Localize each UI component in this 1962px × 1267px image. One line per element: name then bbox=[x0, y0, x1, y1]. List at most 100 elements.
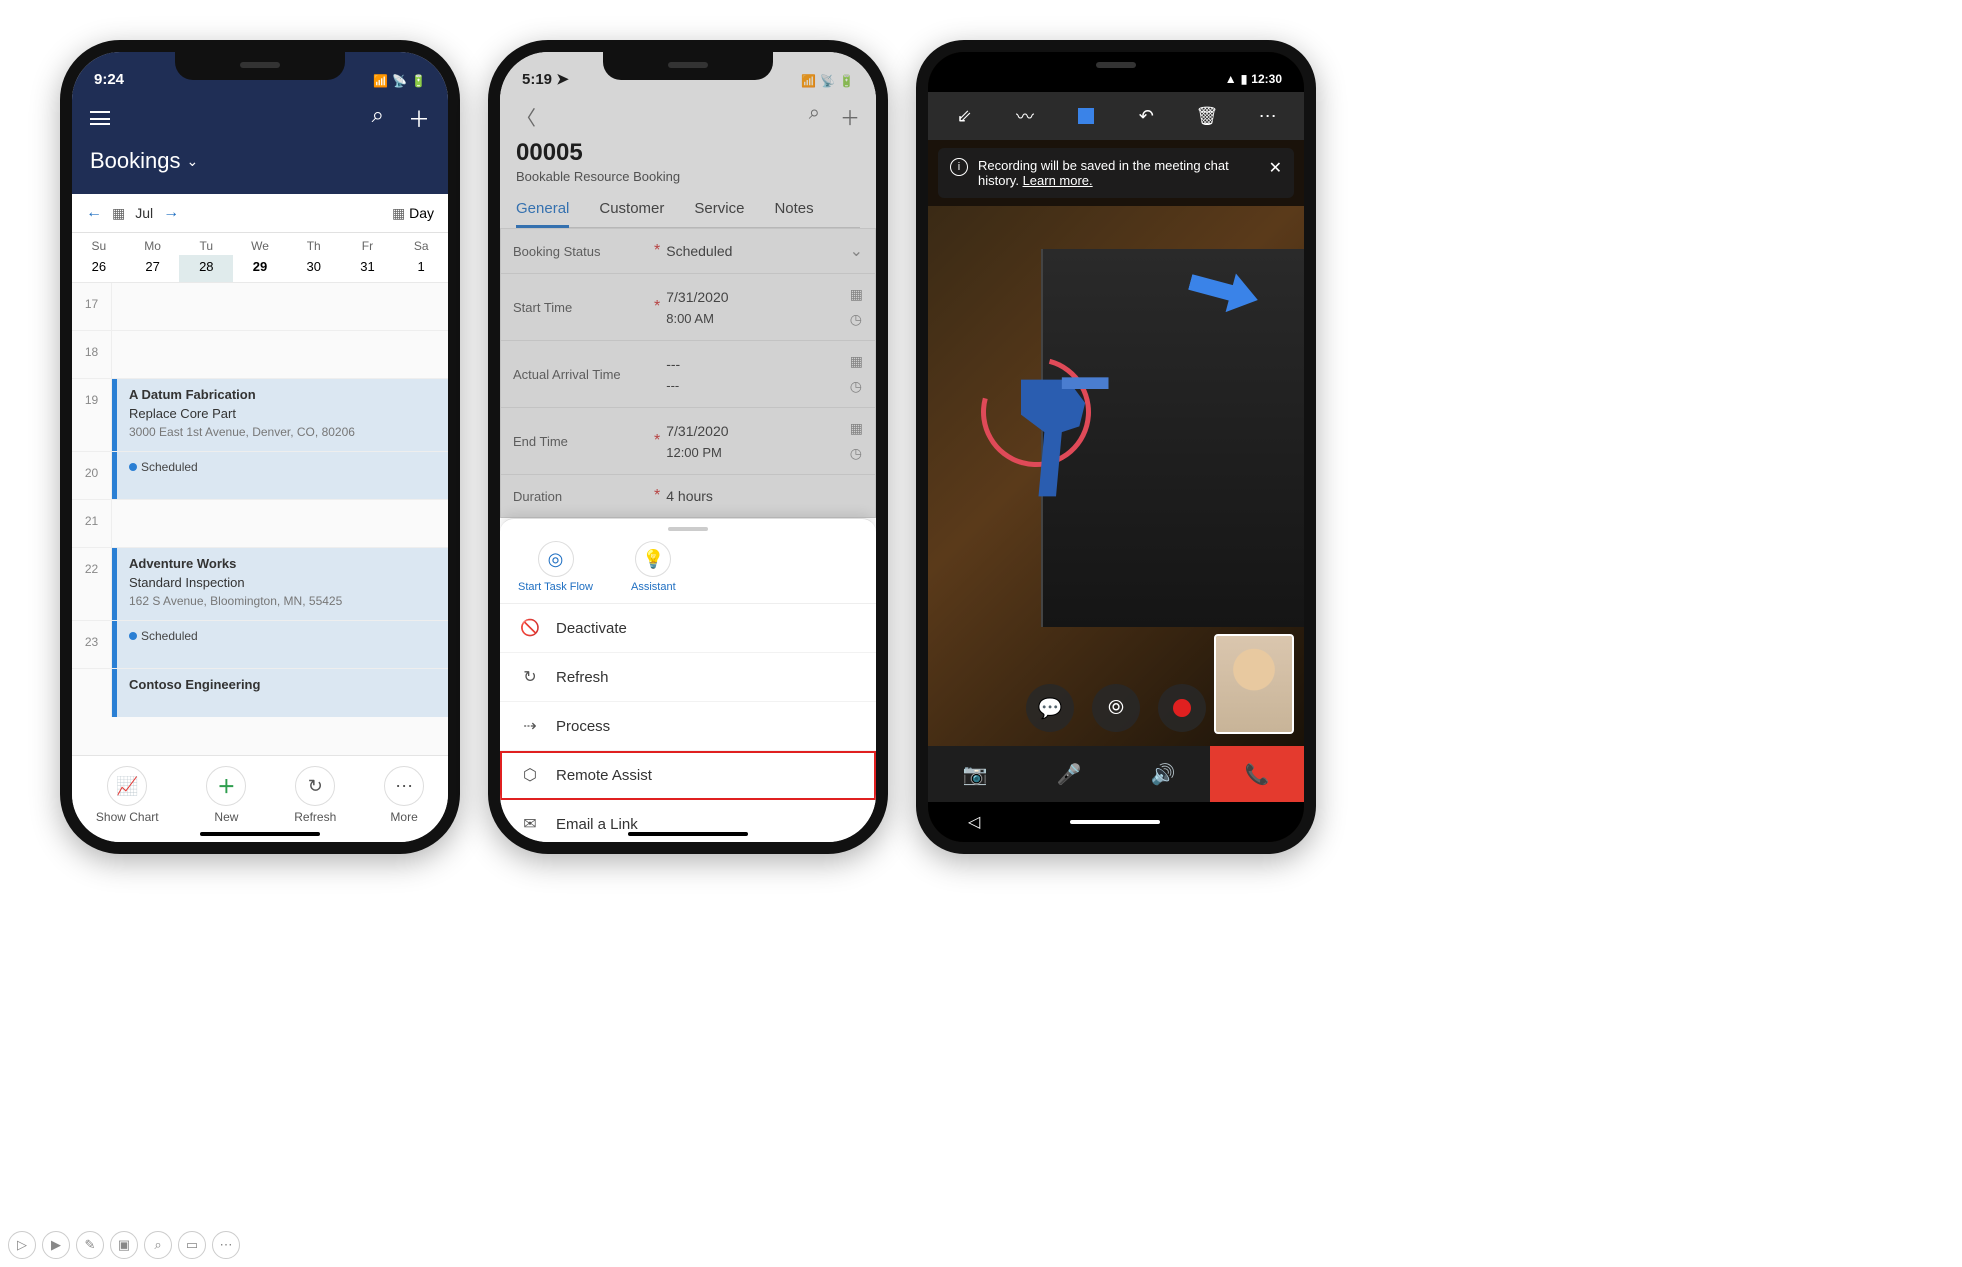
tool-button[interactable]: ▷ bbox=[8, 1231, 36, 1259]
bottom-toolbar: 📈 Show Chart ＋ New ↻ Refresh ⋯ More bbox=[72, 755, 448, 842]
agenda-event[interactable]: A Datum Fabrication Replace Core Part 30… bbox=[112, 379, 448, 451]
shape-tool[interactable] bbox=[1072, 102, 1100, 130]
draw-icon[interactable]: 〰 bbox=[1011, 102, 1039, 130]
field-end-time[interactable]: End Time * 7/31/2020 12:00 PM ▦◷ bbox=[500, 408, 876, 475]
remote-assist-item[interactable]: ⬡Remote Assist bbox=[500, 751, 876, 800]
info-icon: i bbox=[950, 158, 968, 176]
app-header: ⌕ ＋ Bookings ⌄ bbox=[72, 92, 448, 194]
tab-general[interactable]: General bbox=[516, 192, 569, 228]
email-link-item[interactable]: ✉Email a Link bbox=[500, 800, 876, 849]
start-task-flow-button[interactable]: ◎ Start Task Flow bbox=[518, 541, 593, 593]
prev-arrow-icon[interactable]: ← bbox=[86, 204, 102, 222]
status-icons: 📶 📡 🔋 bbox=[373, 74, 426, 88]
refresh-item[interactable]: ↻Refresh bbox=[500, 653, 876, 702]
email-icon: ✉ bbox=[520, 814, 540, 834]
more-button[interactable]: ⋯ More bbox=[384, 766, 424, 824]
view-selector[interactable]: Day bbox=[409, 205, 434, 221]
agenda-event[interactable]: Adventure Works Standard Inspection 162 … bbox=[112, 548, 448, 620]
back-icon[interactable]: 〈 bbox=[516, 102, 536, 131]
show-chart-button[interactable]: 📈 Show Chart bbox=[96, 766, 159, 824]
tool-button[interactable]: ▭ bbox=[178, 1231, 206, 1259]
chat-button[interactable]: 💬 bbox=[1026, 684, 1074, 732]
camera-toggle[interactable]: 📷 bbox=[928, 746, 1022, 802]
refresh-icon: ↻ bbox=[520, 667, 540, 687]
clock-icon[interactable]: ◷ bbox=[850, 378, 863, 395]
record-button[interactable] bbox=[1158, 684, 1206, 732]
agenda-list[interactable]: 17 18 19 A Datum Fabrication Replace Cor… bbox=[72, 283, 448, 755]
mic-toggle[interactable]: 🎤 bbox=[1022, 746, 1116, 802]
trash-icon[interactable]: 🗑 bbox=[1193, 102, 1221, 130]
self-video-pip[interactable] bbox=[1214, 634, 1294, 734]
add-icon[interactable]: ＋ bbox=[840, 102, 860, 131]
phone-remote-assist-call: ▲ ▮ 12:30 ⇙ 〰 ↶ 🗑 ⋯ i Recording will be … bbox=[916, 40, 1316, 854]
search-icon[interactable]: ⌕ bbox=[809, 102, 820, 131]
tool-button[interactable]: ▶ bbox=[42, 1231, 70, 1259]
clock-icon[interactable]: ◷ bbox=[850, 445, 863, 462]
clock-icon[interactable]: ◷ bbox=[850, 311, 863, 328]
status-time: 5:19 bbox=[522, 71, 552, 88]
calendar-icon[interactable]: ▦ bbox=[850, 353, 863, 370]
battery-icon: 🔋 bbox=[411, 74, 426, 88]
end-call-button[interactable]: 📞 bbox=[1210, 746, 1304, 802]
tab-notes[interactable]: Notes bbox=[774, 192, 813, 227]
agenda-event[interactable]: Scheduled bbox=[112, 452, 448, 499]
process-item[interactable]: ⇢Process bbox=[500, 702, 876, 751]
tool-button[interactable]: ⋯ bbox=[212, 1231, 240, 1259]
tab-service[interactable]: Service bbox=[694, 192, 744, 227]
calendar-icon[interactable]: ▦ bbox=[850, 286, 863, 303]
sheet-grabber[interactable] bbox=[668, 527, 708, 531]
chart-icon: 📈 bbox=[116, 776, 138, 797]
month-label: Jul bbox=[135, 205, 153, 221]
tool-button[interactable]: ▣ bbox=[110, 1231, 138, 1259]
status-time: 9:24 bbox=[94, 71, 124, 88]
status-dot-icon bbox=[129, 463, 137, 471]
video-feed[interactable]: 💬 ⦾ bbox=[928, 206, 1304, 746]
tool-button[interactable]: ✎ bbox=[76, 1231, 104, 1259]
back-icon[interactable]: ◁ bbox=[968, 812, 980, 832]
search-icon[interactable]: ⌕ bbox=[372, 102, 384, 134]
agenda-event[interactable]: Contoso Engineering bbox=[112, 669, 448, 717]
tool-button[interactable]: ⌕ bbox=[144, 1231, 172, 1259]
android-nav-bar: ◁ bbox=[928, 802, 1304, 842]
home-indicator[interactable] bbox=[200, 832, 320, 836]
annotation-toolbar: ⇙ 〰 ↶ 🗑 ⋯ bbox=[928, 92, 1304, 140]
close-icon[interactable]: ✕ bbox=[1269, 158, 1282, 178]
call-controls: 📷 🎤 🔊 📞 bbox=[928, 746, 1304, 802]
field-start-time[interactable]: Start Time * 7/31/2020 8:00 AM ▦◷ bbox=[500, 274, 876, 341]
calendar-icon[interactable]: ▦ bbox=[850, 420, 863, 437]
calendar-icon[interactable]: ▦ bbox=[112, 205, 125, 222]
new-button[interactable]: ＋ New bbox=[206, 766, 246, 824]
selected-date[interactable]: 28 bbox=[179, 255, 233, 282]
home-indicator[interactable] bbox=[628, 832, 748, 836]
refresh-button[interactable]: ↻ Refresh bbox=[294, 766, 336, 824]
week-header: Su Mo Tu We Th Fr Sa bbox=[72, 233, 448, 255]
plus-icon: ＋ bbox=[217, 773, 235, 799]
signal-icon: ▲ bbox=[1225, 72, 1237, 86]
more-icon[interactable]: ⋯ bbox=[1254, 102, 1282, 130]
battery-icon: 🔋 bbox=[839, 74, 854, 88]
wifi-icon: 📡 bbox=[392, 74, 407, 88]
undo-icon[interactable]: ↶ bbox=[1132, 102, 1160, 130]
page-title-dropdown[interactable]: Bookings ⌄ bbox=[90, 148, 430, 174]
battery-icon: ▮ bbox=[1241, 72, 1248, 86]
capture-button[interactable]: ⦾ bbox=[1092, 684, 1140, 732]
field-arrival-time[interactable]: Actual Arrival Time * --- --- ▦◷ bbox=[500, 341, 876, 408]
field-duration[interactable]: Duration * 4 hours bbox=[500, 475, 876, 518]
next-arrow-icon[interactable]: → bbox=[163, 204, 179, 222]
agenda-event[interactable]: Scheduled bbox=[112, 621, 448, 668]
document-toolbar: ▷ ▶ ✎ ▣ ⌕ ▭ ⋯ bbox=[8, 1231, 240, 1259]
home-pill[interactable] bbox=[1070, 820, 1160, 824]
learn-more-link[interactable]: Learn more. bbox=[1023, 173, 1093, 188]
phone-notch bbox=[175, 52, 345, 80]
shrink-icon[interactable]: ⇙ bbox=[950, 102, 978, 130]
tab-customer[interactable]: Customer bbox=[599, 192, 664, 227]
week-dates: 26 27 28 29 30 31 1 bbox=[72, 255, 448, 283]
deactivate-item[interactable]: 🚫Deactivate bbox=[500, 604, 876, 653]
field-booking-status[interactable]: Booking Status * Scheduled ⌄ bbox=[500, 228, 876, 274]
speaker-toggle[interactable]: 🔊 bbox=[1116, 746, 1210, 802]
menu-icon[interactable] bbox=[90, 111, 110, 125]
assistant-button[interactable]: 💡 Assistant bbox=[631, 541, 676, 593]
tab-bar: General Customer Service Notes bbox=[516, 192, 860, 228]
location-icon: ➤ bbox=[556, 71, 569, 88]
add-icon[interactable]: ＋ bbox=[408, 102, 430, 134]
